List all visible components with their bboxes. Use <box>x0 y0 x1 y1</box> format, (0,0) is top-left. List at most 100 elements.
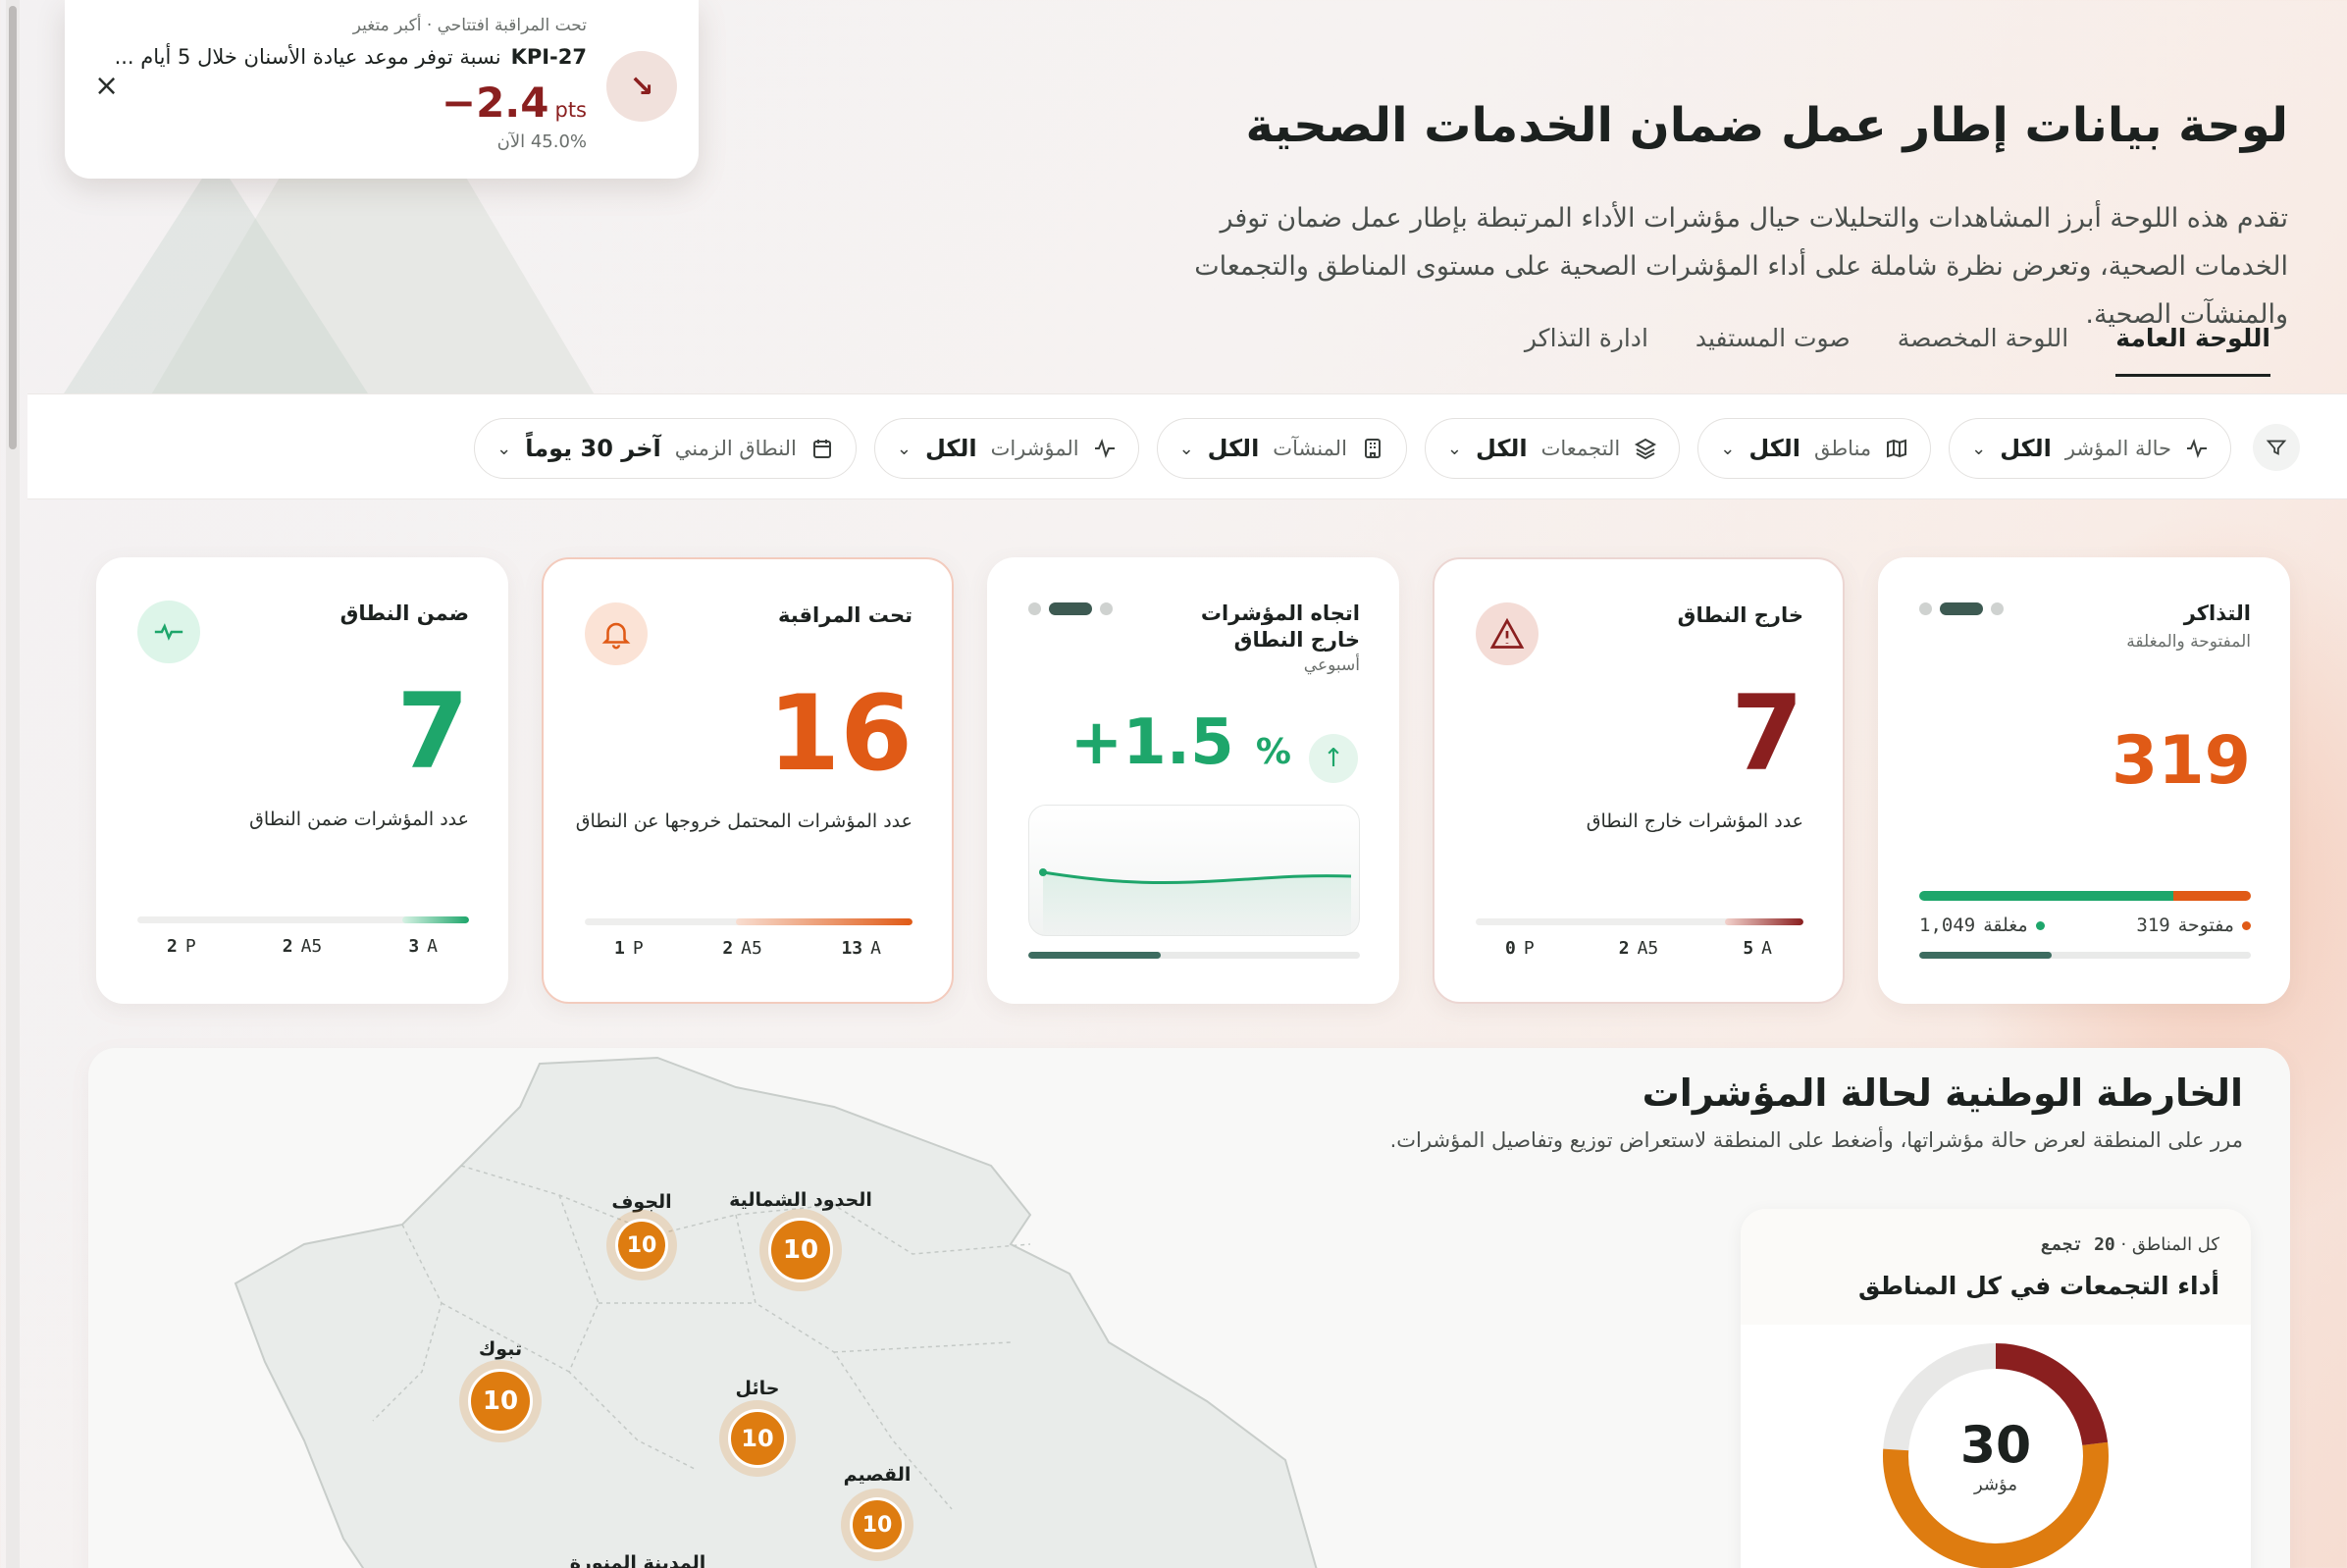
chip-value: الكل <box>1476 435 1528 462</box>
chevron-down-icon: ⌄ <box>1178 438 1194 459</box>
card-description: عدد المؤشرات ضمن النطاق <box>249 809 469 830</box>
filter-bar: حالة المؤشر الكل ⌄ مناطق الكل ⌄ التجمعات… <box>27 393 2347 499</box>
tickets-closed-segment <box>1919 891 2174 901</box>
open-value: 319 <box>2136 915 2170 936</box>
donut-total: 30 <box>1959 1416 2032 1476</box>
tab-ticket-management[interactable]: ادارة التذاكر <box>1525 324 1648 377</box>
chip-label: حالة المؤشر <box>2064 437 2171 460</box>
in-range-card[interactable]: ضمن النطاق 7 عدد المؤشرات ضمن النطاق 2P … <box>96 557 508 1004</box>
chip-value: الكل <box>924 435 977 462</box>
pulse-icon <box>1094 439 1115 458</box>
tickets-closed-legend: مغلقة 1,049 <box>1919 915 2045 936</box>
toast-kpi-line: KPI-27نسبة توفر موعد عيادة الأسنان خلال … <box>114 45 587 69</box>
tickets-ratio-bar <box>1919 891 2251 901</box>
chip-label: المنشآت <box>1273 437 1347 460</box>
saudi-map[interactable] <box>147 1048 1462 1568</box>
chevron-down-icon: ⌄ <box>1971 438 1987 459</box>
clusters-performance-card[interactable]: كل المناطق · 20 تجمع أداء التجمعات في كل… <box>1741 1209 2251 1568</box>
severity-track <box>1476 918 1803 925</box>
severity-track <box>585 918 913 925</box>
page-title: لوحة بيانات إطار عمل ضمان الخدمات الصحية <box>1245 98 2288 153</box>
national-map-section: الخارطة الوطنية لحالة المؤشرات مرر على ا… <box>88 1048 2290 1568</box>
open-dot <box>2242 920 2251 930</box>
chip-value: الكل <box>2000 435 2052 462</box>
donut-title: أداء التجمعات في كل المناطق <box>1857 1272 2219 1300</box>
warning-icon <box>1476 602 1539 665</box>
bell-icon <box>585 602 648 665</box>
card-subtitle: المفتوحة والمغلقة <box>2126 632 2251 652</box>
filter-clusters[interactable]: التجمعات الكل ⌄ <box>1424 418 1681 479</box>
tickets-value: 319 <box>2112 722 2251 800</box>
tab-bar: اللوحة العامة اللوحة المخصصة صوت المستفي… <box>1525 324 2270 377</box>
toast-delta: −2.4 pts <box>441 78 587 127</box>
kpi-cards: التذاكر المفتوحة والمغلقة 319 مفتوحة 319… <box>96 557 2290 1004</box>
in-range-value: 7 <box>396 671 469 792</box>
arrow-up-icon: ↑ <box>1309 734 1358 783</box>
filter-regions[interactable]: مناطق الكل ⌄ <box>1697 418 1932 479</box>
chip-label: التجمعات <box>1540 437 1621 460</box>
tab-beneficiary-voice[interactable]: صوت المستفيد <box>1695 324 1851 377</box>
legend-a5: 2 A5 <box>1618 938 1659 959</box>
tab-custom-dashboard[interactable]: اللوحة المخصصة <box>1898 324 2068 377</box>
tickets-card[interactable]: التذاكر المفتوحة والمغلقة 319 مفتوحة 319… <box>1878 557 2290 1004</box>
scrollbar-thumb[interactable] <box>9 6 17 449</box>
filter-indicator-status[interactable]: حالة المؤشر الكل ⌄ <box>1949 418 2231 479</box>
card-title: التذاكر <box>2183 601 2251 625</box>
dashboard-page: لوحة بيانات إطار عمل ضمان الخدمات الصحية… <box>27 0 2347 1568</box>
card-title: اتجاه المؤشرات خارج النطاق <box>1200 601 1360 652</box>
card-title: تحت المراقبة <box>777 603 913 627</box>
map-subtitle: مرر على المنطقة لعرض حالة مؤشراتها، وأضغ… <box>1389 1128 2243 1152</box>
kpi-alert-toast[interactable]: × ↘ تحت المراقبة افتتاحي · أكبر متغير KP… <box>65 0 699 179</box>
carousel-progress <box>1028 952 1360 959</box>
arrow-down-right-icon: ↘ <box>606 51 677 122</box>
legend-p: 0P <box>1505 938 1535 959</box>
pulse-icon <box>137 601 200 663</box>
donut-unit: مؤشر <box>1974 1474 2017 1495</box>
page-scrollbar[interactable] <box>6 0 20 1568</box>
out-of-range-value: 7 <box>1731 673 1803 794</box>
filter-time-range[interactable]: النطاق الزمني آخر 30 يوماً ⌄ <box>474 418 857 479</box>
out-of-range-card[interactable]: خارج النطاق 7 عدد المؤشرات خارج النطاق 0… <box>1433 557 1845 1004</box>
chip-label: النطاق الزمني <box>674 437 797 460</box>
filter-indicators[interactable]: المؤشرات الكل ⌄ <box>873 418 1139 479</box>
filter-icon[interactable] <box>2253 424 2300 471</box>
carousel-dots[interactable] <box>1028 602 1113 615</box>
calendar-icon <box>812 440 831 458</box>
legend-a: 13 A <box>841 938 881 959</box>
donut-center: 30 مؤشر <box>1960 1418 2031 1495</box>
filter-chips: حالة المؤشر الكل ⌄ مناطق الكل ⌄ التجمعات… <box>474 418 2231 479</box>
carousel-progress <box>1919 952 2251 959</box>
chevron-down-icon: ⌄ <box>896 438 912 459</box>
donut-meta: كل المناطق · 20 تجمع <box>2040 1234 2219 1255</box>
closed-label: مغلقة <box>1983 915 2028 936</box>
chevron-down-icon: ⌄ <box>496 438 512 459</box>
carousel-dots[interactable] <box>1919 602 2004 615</box>
chevron-down-icon: ⌄ <box>1720 438 1736 459</box>
legend-a5: 2 A5 <box>282 936 323 957</box>
filter-facilities[interactable]: المنشآت الكل ⌄ <box>1156 418 1407 479</box>
toast-current-value: 45.0% الآن <box>496 131 587 152</box>
layers-icon <box>1635 438 1657 460</box>
watch-value: 16 <box>767 673 913 794</box>
pulse-icon <box>2187 439 2207 458</box>
trend-card[interactable]: اتجاه المؤشرات خارج النطاق أسبوعي ↑ +1.5… <box>987 557 1399 1004</box>
tab-general-dashboard[interactable]: اللوحة العامة <box>2115 324 2270 377</box>
severity-legend: 1P 2 A5 13 A <box>614 938 881 959</box>
legend-a: 3A <box>408 936 438 957</box>
tickets-open-segment <box>2173 891 2251 901</box>
card-description: عدد المؤشرات خارج النطاق <box>1586 810 1803 832</box>
legend-a5: 2 A5 <box>722 938 762 959</box>
tickets-open-legend: مفتوحة 319 <box>2136 915 2251 936</box>
map-icon <box>1887 439 1907 458</box>
trend-value: +1.5 % <box>1069 706 1291 779</box>
card-title: خارج النطاق <box>1677 603 1803 627</box>
close-icon[interactable]: × <box>94 69 119 103</box>
legend-a: 5A <box>1743 938 1772 959</box>
chip-label: المؤشرات <box>990 437 1079 460</box>
watch-card[interactable]: تحت المراقبة 16 عدد المؤشرات المحتمل خرو… <box>542 557 954 1004</box>
chip-value: الكل <box>1748 435 1800 462</box>
toast-meta: تحت المراقبة افتتاحي · أكبر متغير <box>352 16 587 35</box>
chip-label: مناطق <box>1813 437 1872 460</box>
legend-p: 1P <box>614 938 644 959</box>
chip-value: آخر 30 يوماً <box>525 435 661 462</box>
